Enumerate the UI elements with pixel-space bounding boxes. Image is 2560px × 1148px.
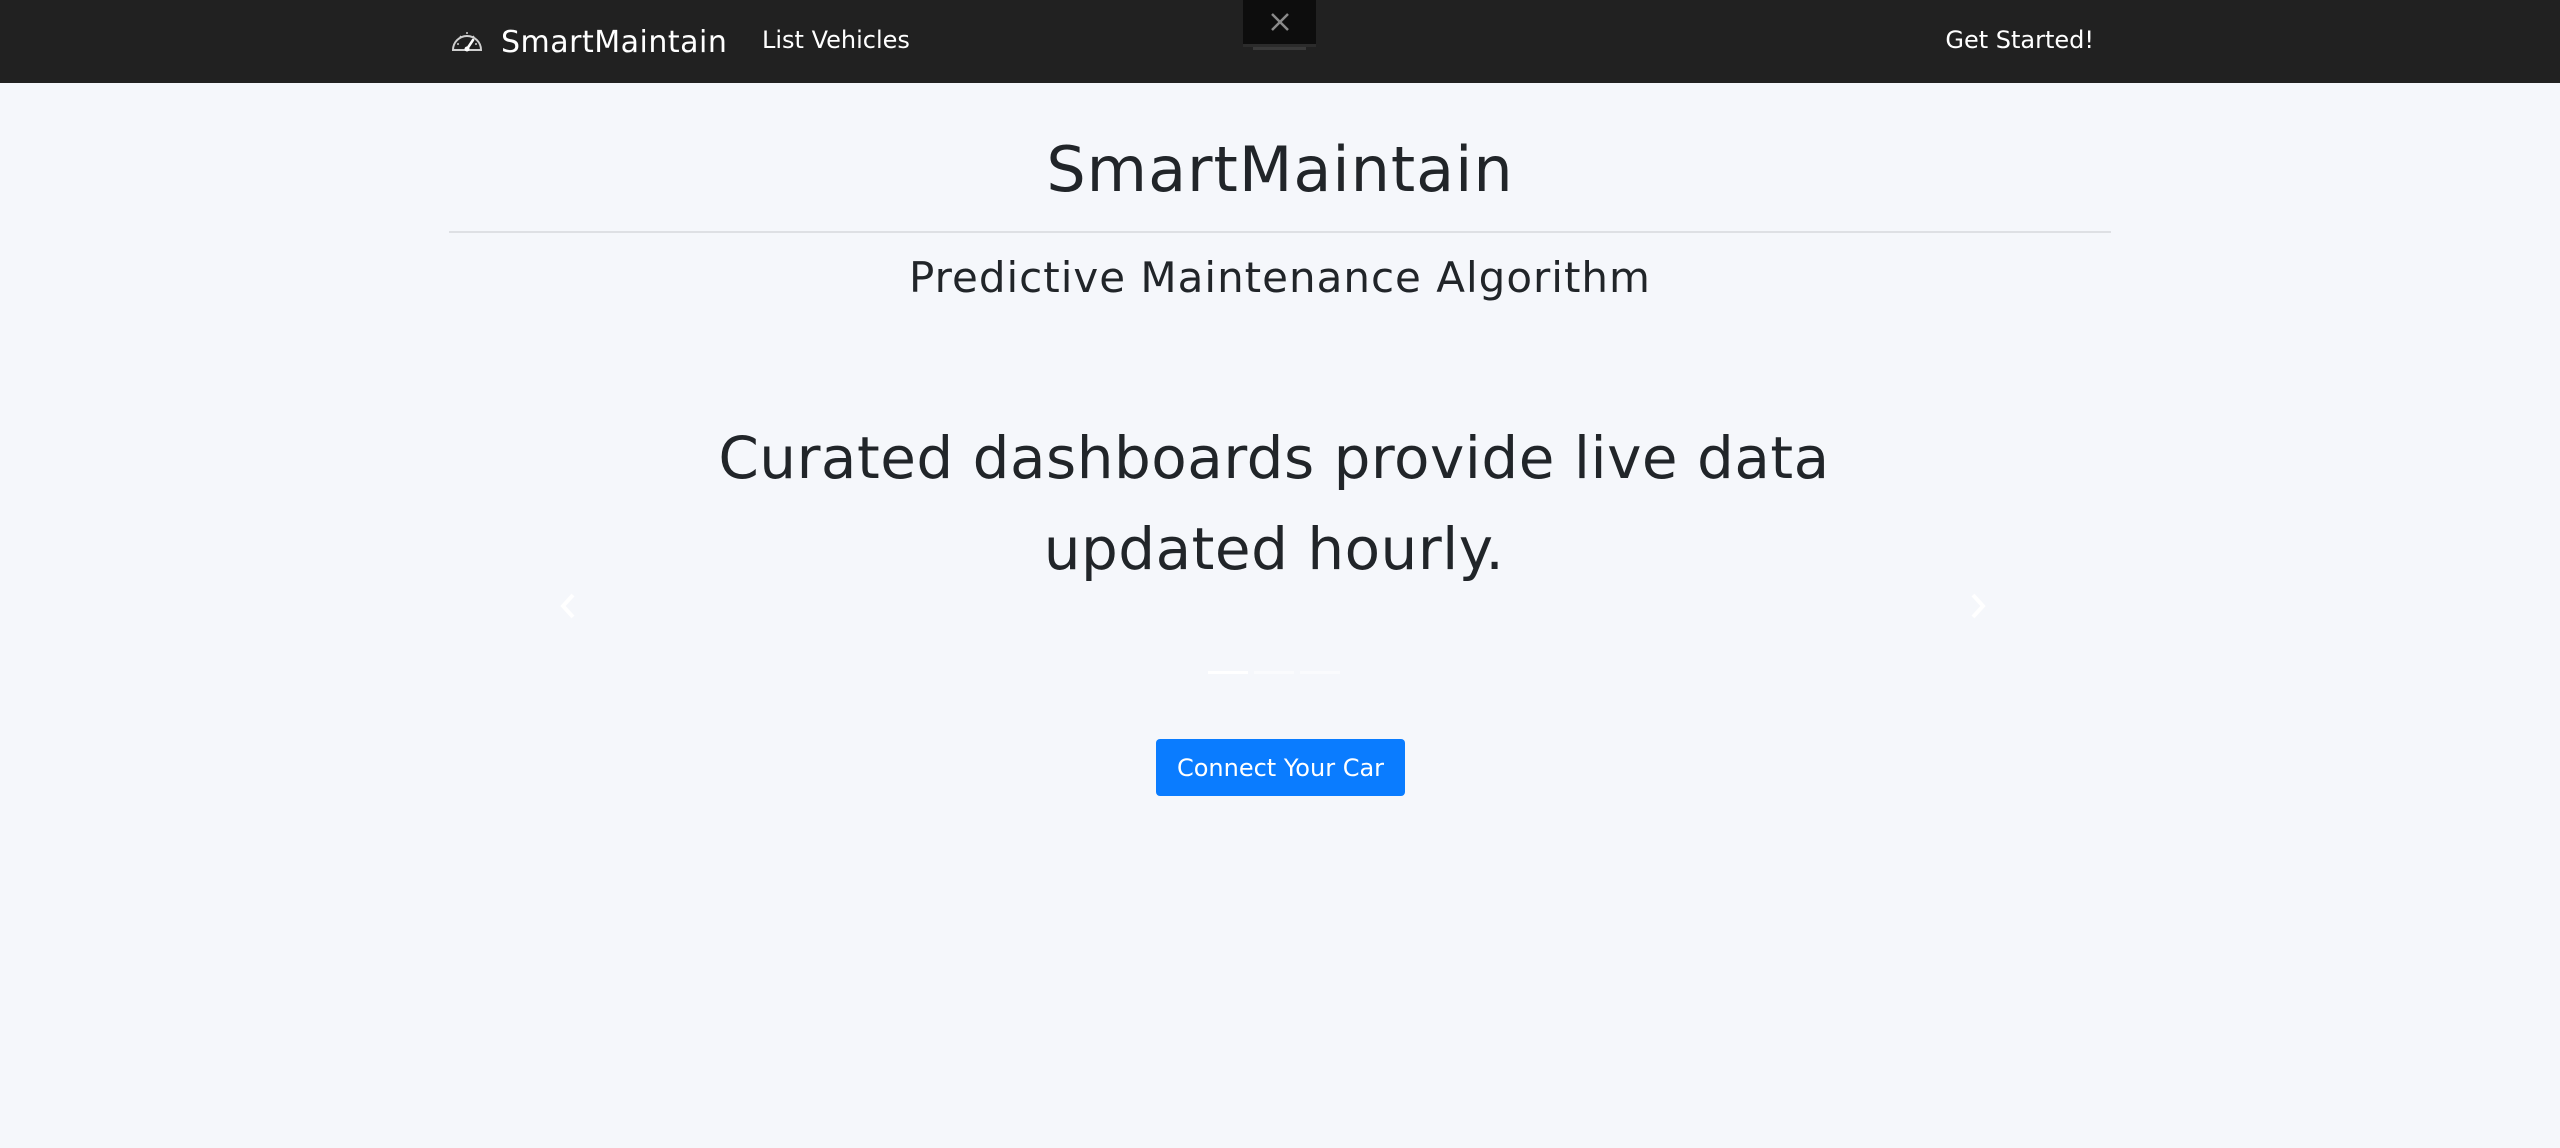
carousel-indicator[interactable] xyxy=(1300,671,1340,674)
speedometer-icon xyxy=(449,24,485,60)
feature-carousel: Curated dashboards provide live data upd… xyxy=(548,413,2000,674)
chevron-right-icon[interactable] xyxy=(1966,591,1990,621)
close-button[interactable] xyxy=(1243,0,1316,47)
page-subtitle: Predictive Maintenance Algorithm xyxy=(909,253,1651,302)
top-navbar: SmartMaintain List Vehicles Get Started! xyxy=(0,0,2560,83)
page-title: SmartMaintain xyxy=(1046,133,1514,206)
brand-link[interactable]: SmartMaintain xyxy=(449,22,727,62)
carousel-indicator[interactable] xyxy=(1208,671,1248,674)
close-icon xyxy=(1269,11,1291,33)
connect-car-button[interactable]: Connect Your Car xyxy=(1156,739,1405,796)
carousel-indicator[interactable] xyxy=(1254,671,1294,674)
carousel-indicators xyxy=(548,671,2000,674)
get-started-link[interactable]: Get Started! xyxy=(1945,26,2094,54)
chevron-left-icon[interactable] xyxy=(556,591,580,621)
carousel-slide-text: Curated dashboards provide live data upd… xyxy=(718,424,1830,583)
brand-name: SmartMaintain xyxy=(501,24,728,60)
nav-link-list-vehicles[interactable]: List Vehicles xyxy=(762,26,910,54)
title-divider xyxy=(449,231,2111,233)
